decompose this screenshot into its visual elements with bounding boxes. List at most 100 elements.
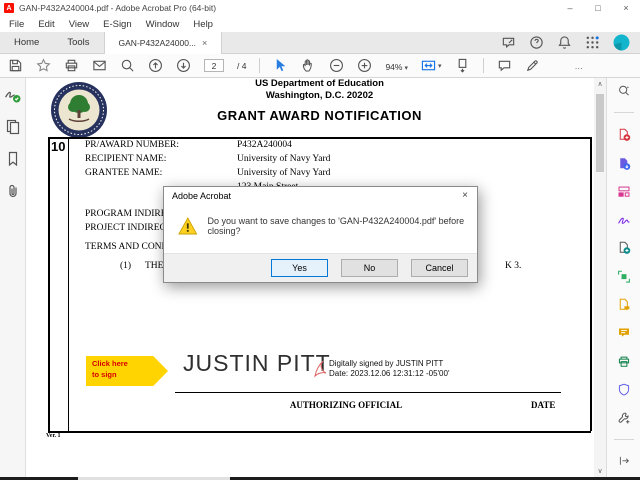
digital-line1: Digitally signed by JUSTIN PITT <box>329 359 444 368</box>
field-value: University of Navy Yard <box>237 154 331 164</box>
table-border-right <box>590 137 592 431</box>
fit-width-dropdown[interactable]: ▾ <box>421 58 442 73</box>
rail-divider <box>613 439 634 441</box>
table-border-top <box>48 137 591 139</box>
dialog-title-bar[interactable]: Adobe Acrobat × <box>164 187 477 204</box>
next-page-icon[interactable] <box>176 58 191 73</box>
fill-and-sign-icon[interactable] <box>616 213 632 226</box>
more-tools-wrench-icon[interactable] <box>616 411 632 424</box>
chevron-down-icon: ▾ <box>437 62 442 70</box>
ai-search-icon[interactable] <box>616 84 632 97</box>
menu-window[interactable]: Window <box>139 16 187 32</box>
comment-icon[interactable] <box>497 58 512 73</box>
item-number: (1) <box>120 261 132 271</box>
organize-pages-icon[interactable] <box>616 185 632 198</box>
vertical-scrollbar[interactable]: ∧ ∨ <box>594 78 606 477</box>
menu-bar: File Edit View E-Sign Window Help <box>0 16 640 32</box>
create-pdf-icon[interactable] <box>616 128 632 142</box>
dialog-message: Do you want to save changes to 'GAN-P432… <box>207 216 465 236</box>
save-changes-dialog: Adobe Acrobat × Do you want to save chan… <box>163 186 478 283</box>
menu-view[interactable]: View <box>62 16 96 32</box>
user-avatar[interactable] <box>613 34 630 51</box>
toolbar-divider <box>259 58 261 73</box>
feedback-icon[interactable] <box>501 35 516 50</box>
scan-ocr-icon[interactable] <box>616 355 632 368</box>
print-icon[interactable] <box>64 58 79 73</box>
toolbar-divider <box>482 58 484 73</box>
search-icon[interactable] <box>120 58 135 73</box>
combine-files-icon[interactable] <box>616 241 632 255</box>
terms-line: TERMS AND COND <box>85 242 169 252</box>
tab-home[interactable]: Home <box>0 32 53 53</box>
cancel-button[interactable]: Cancel <box>411 259 468 277</box>
date-label: DATE <box>531 400 556 410</box>
scroll-up-icon[interactable]: ∧ <box>594 78 606 90</box>
zoom-out-icon[interactable] <box>329 58 344 73</box>
zoom-level-dropdown[interactable]: 94% ▾ <box>385 57 408 75</box>
hand-tool-icon[interactable] <box>301 58 316 73</box>
minimize-icon[interactable]: – <box>556 0 584 16</box>
scrollbar-thumb[interactable] <box>596 94 604 172</box>
select-cursor-icon[interactable] <box>273 58 288 73</box>
warning-icon <box>178 217 198 235</box>
apps-grid-icon[interactable] <box>585 35 600 50</box>
authorizing-official-label: AUTHORIZING OFFICIAL <box>289 400 403 410</box>
email-icon[interactable] <box>92 58 107 73</box>
program-line: PROGRAM INDIRE <box>85 209 167 219</box>
scroll-down-icon[interactable]: ∨ <box>594 465 606 477</box>
comment-panel-icon[interactable] <box>616 326 632 339</box>
attachments-paperclip-icon[interactable] <box>5 183 21 199</box>
request-esignatures-icon[interactable] <box>616 298 632 311</box>
digital-signature-details: Digitally signed by JUSTIN PITT Date: 20… <box>329 359 449 380</box>
table-inner-line <box>68 137 69 431</box>
zoom-in-icon[interactable] <box>357 58 372 73</box>
notifications-bell-icon[interactable] <box>557 35 572 50</box>
page-count-label: / 4 <box>237 60 247 71</box>
doc-header-line2: Washington, D.C. 20202 <box>265 90 374 101</box>
dialog-close-icon[interactable]: × <box>453 187 477 204</box>
pen-icon[interactable] <box>525 58 540 73</box>
tab-close-icon[interactable]: × <box>202 38 207 48</box>
signature-name: JUSTIN PITT <box>183 350 331 376</box>
edit-pdf-icon[interactable] <box>616 270 632 283</box>
signature-line <box>175 392 561 394</box>
fit-width-icon <box>421 60 436 71</box>
project-line: PROJECT INDIREC <box>85 223 166 233</box>
block-number: 10 <box>51 139 66 154</box>
previous-page-icon[interactable] <box>148 58 163 73</box>
menu-esign[interactable]: E-Sign <box>96 16 139 32</box>
chevron-down-icon: ▾ <box>404 64 408 72</box>
main-toolbar: / 4 94%▾ ▾ … <box>0 54 640 78</box>
dialog-footer: Yes No Cancel <box>164 253 477 282</box>
left-panel-rail <box>0 78 26 477</box>
star-icon[interactable] <box>36 58 51 73</box>
tab-bar: Home Tools GAN-P432A24000... × <box>0 32 640 54</box>
save-icon[interactable] <box>8 58 23 73</box>
no-button[interactable]: No <box>341 259 398 277</box>
yes-button[interactable]: Yes <box>271 259 328 277</box>
tab-document-label: GAN-P432A24000... <box>118 38 197 48</box>
tab-document[interactable]: GAN-P432A24000... × <box>103 32 223 54</box>
click-to-sign-tag[interactable]: Click here to sign <box>86 356 168 386</box>
close-icon[interactable]: × <box>612 0 640 16</box>
tab-tools[interactable]: Tools <box>53 32 103 53</box>
menu-file[interactable]: File <box>2 16 31 32</box>
right-tools-rail <box>606 78 640 477</box>
digital-line2: Date: 2023.12.06 12:31:12 -05'00' <box>329 369 450 379</box>
bookmarks-icon[interactable] <box>5 151 21 167</box>
field-label: GRANTEE NAME: <box>85 168 163 178</box>
page-scrolling-icon[interactable] <box>455 58 470 73</box>
sign-tag-line1: Click here <box>92 359 128 368</box>
maximize-icon[interactable]: □ <box>584 0 612 16</box>
collapse-panel-icon[interactable] <box>617 455 631 467</box>
signatures-panel-icon[interactable] <box>4 86 21 103</box>
export-pdf-icon[interactable] <box>616 157 632 170</box>
page-thumbnails-icon[interactable] <box>5 119 21 135</box>
more-tools-ellipsis-icon[interactable]: … <box>575 61 584 71</box>
table-border-bottom <box>48 431 591 433</box>
protect-shield-icon[interactable] <box>616 383 632 396</box>
menu-help[interactable]: Help <box>186 16 220 32</box>
menu-edit[interactable]: Edit <box>31 16 61 32</box>
help-icon[interactable] <box>529 35 544 50</box>
page-number-input[interactable] <box>204 59 224 72</box>
